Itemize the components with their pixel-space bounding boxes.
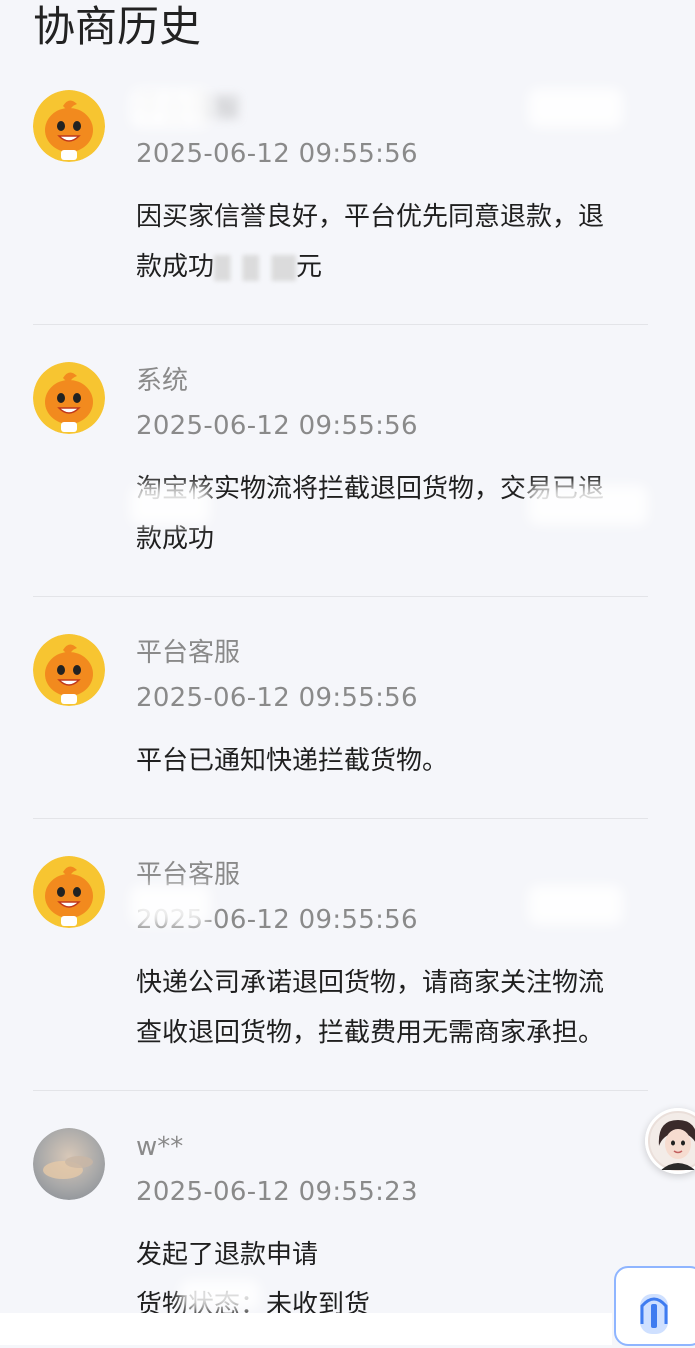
author-name: 系统 <box>136 366 189 396</box>
history-entry: 平台客服 2025-06-12 09:55:56 平台已通知快递拦截货物。 <box>33 634 648 794</box>
mascot-icon <box>33 856 105 928</box>
content-line: 发起了退款申请 <box>136 1240 319 1270</box>
watermark-smudge <box>528 885 623 925</box>
divider <box>33 596 648 597</box>
history-entry: 系统 2025-06-12 09:55:56 淘宝核实物流将拦截退回货物，交易已… <box>33 362 648 562</box>
page-title: 协商历史 <box>33 2 202 51</box>
divider <box>33 818 648 819</box>
bottom-bar <box>0 1313 612 1345</box>
customer-service-agent-button[interactable] <box>645 1108 695 1174</box>
watermark-smudge <box>180 1280 260 1310</box>
content-line: 款成功元 <box>136 252 323 282</box>
mascot-icon <box>33 362 105 434</box>
content-line: 因买家信誉良好，平台优先同意退款，退 <box>136 202 605 232</box>
watermark-smudge <box>130 885 210 925</box>
mascot-icon <box>33 634 105 706</box>
history-entry: w** 2025-06-12 09:55:23 发起了退款申请 货物状态：未收到… <box>33 1128 648 1328</box>
divider <box>33 1090 648 1091</box>
author-name: w** <box>136 1132 184 1162</box>
user-avatar <box>33 1128 105 1200</box>
watermark-smudge <box>528 485 648 525</box>
author-name: 平台客服 <box>136 638 241 668</box>
timestamp: 2025-06-12 09:55:56 <box>136 683 418 713</box>
watermark-smudge <box>130 485 210 525</box>
entry-content: 平台已通知快递拦截货物。 <box>136 736 646 786</box>
divider <box>33 324 648 325</box>
timestamp: 2025-06-12 09:55:23 <box>136 1177 418 1207</box>
redacted-amount <box>214 254 297 281</box>
content-line: 查收退回货物，拦截费用无需商家承担。 <box>136 1018 605 1048</box>
watermark-smudge <box>130 88 210 128</box>
timestamp: 2025-06-12 09:55:56 <box>136 411 418 441</box>
timestamp: 2025-06-12 09:55:56 <box>136 139 418 169</box>
floating-assistant-button[interactable] <box>614 1266 695 1346</box>
watermark-smudge <box>528 88 623 128</box>
content-line: 快递公司承诺退回货物，请商家关注物流 <box>136 968 605 998</box>
content-line: 平台已通知快递拦截货物。 <box>136 746 449 776</box>
entry-content: 快递公司承诺退回货物，请商家关注物流 查收退回货物，拦截费用无需商家承担。 <box>136 958 646 1058</box>
entry-content: 因买家信誉良好，平台优先同意退款，退 款成功元 <box>136 192 646 292</box>
mascot-icon <box>33 90 105 162</box>
